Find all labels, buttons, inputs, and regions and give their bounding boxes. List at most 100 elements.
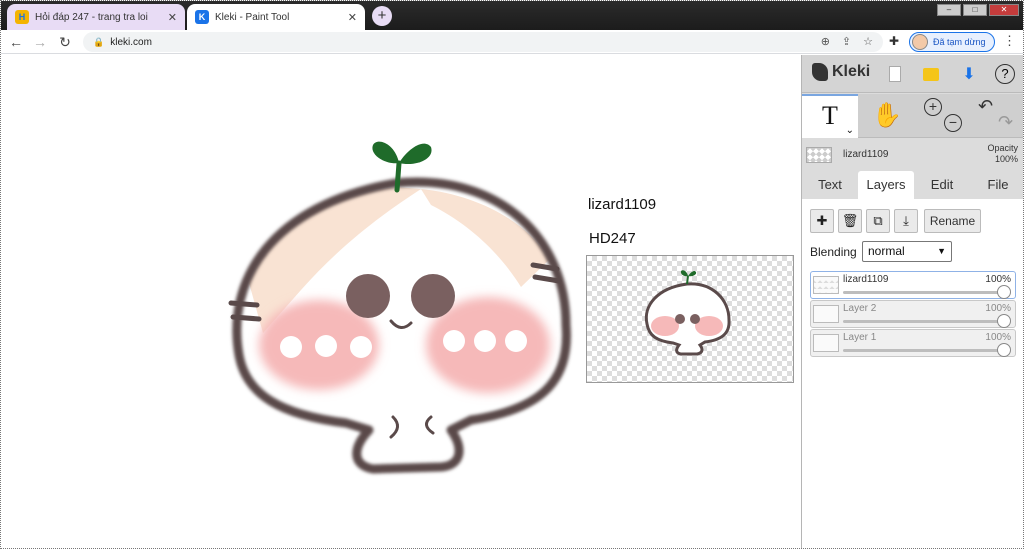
chevron-down-icon: ▼	[937, 246, 946, 256]
kebab-menu-icon[interactable]: ⋮	[1003, 33, 1016, 49]
cheek-dot	[315, 335, 337, 357]
layer-opacity: 100%	[985, 303, 1011, 314]
bookmark-star-icon[interactable]: ☆	[863, 35, 873, 48]
share-icon[interactable]: ⇪	[842, 35, 851, 48]
kleki-favicon-icon: K	[195, 10, 209, 24]
tab-kleki[interactable]: K Kleki - Paint Tool ✕	[187, 4, 365, 30]
plus-icon: ✚	[816, 213, 828, 228]
redo-icon[interactable]: ↷	[998, 112, 1013, 133]
cheek-dot	[443, 330, 465, 352]
slider-knob[interactable]	[997, 314, 1011, 328]
sprout-leaf-left	[372, 141, 399, 164]
kleki-logo-icon	[812, 63, 828, 81]
tool-bar: T ⌄ ✋ + − ↶ ↷	[802, 94, 1023, 138]
layer-opacity-slider[interactable]	[843, 291, 1003, 294]
hand-icon: ✋	[872, 102, 902, 129]
panel-header: Kleki ⬇ ?	[802, 55, 1023, 93]
active-layer-info: lizard1109 Opacity 100%	[802, 139, 1023, 169]
panel-tabs: Text Layers Edit File	[802, 171, 1023, 199]
layer-row[interactable]: Layer 1 100%	[810, 329, 1016, 357]
tab-title: Kleki - Paint Tool	[215, 11, 290, 23]
tab-edit[interactable]: Edit	[920, 171, 964, 199]
merge-layer-button[interactable]: ⤓	[894, 209, 918, 233]
profile-label: Đã tạm dừng	[933, 37, 986, 47]
address-bar[interactable]: 🔒 kleki.com ⊕ ⇪ ☆	[83, 32, 883, 52]
tab-text[interactable]: Text	[808, 171, 852, 199]
blending-label: Blending	[810, 245, 857, 259]
opacity-label: Opacity	[987, 143, 1018, 153]
right-eye	[411, 274, 455, 318]
drawing-canvas[interactable]: lizard1109 HD247	[1, 55, 801, 548]
hoidap-favicon-icon: H	[15, 10, 29, 24]
tab-file[interactable]: File	[976, 171, 1020, 199]
tab-layers[interactable]: Layers	[858, 171, 914, 199]
kleki-side-panel: Kleki ⬇ ? T ⌄ ✋ + − ↶ ↷ lizard1109 Opaci…	[801, 55, 1023, 548]
slider-knob[interactable]	[997, 343, 1011, 357]
add-layer-button[interactable]: ✚	[810, 209, 834, 233]
logo-text: Kleki	[832, 63, 871, 80]
slider-knob[interactable]	[997, 285, 1011, 299]
active-layer-name: lizard1109	[843, 149, 889, 160]
rename-button[interactable]: Rename	[924, 209, 981, 233]
lock-icon: 🔒	[93, 36, 105, 47]
delete-layer-button[interactable]: 🗑	[838, 209, 862, 233]
sprout-leaf-right	[399, 143, 432, 165]
active-layer-thumbnail	[806, 147, 832, 163]
blending-select[interactable]: normal ▼	[862, 241, 952, 262]
open-image-button[interactable]	[914, 59, 948, 89]
new-image-button[interactable]	[878, 59, 912, 89]
profile-button[interactable]: Đã tạm dừng	[909, 32, 995, 52]
minimize-button[interactable]: –	[937, 4, 961, 16]
layer-opacity-slider[interactable]	[843, 320, 1003, 323]
layer-preview-image	[586, 255, 794, 383]
cheek-dot	[280, 336, 302, 358]
window-controls: – □ ✕	[937, 4, 1019, 16]
canvas-text-hd: HD247	[589, 230, 636, 247]
zoom-icon[interactable]: ⊕	[821, 35, 830, 48]
maximize-button[interactable]: □	[963, 4, 987, 16]
url-text: kleki.com	[110, 36, 152, 48]
cheek-dot	[350, 336, 372, 358]
new-tab-button[interactable]: +	[372, 6, 392, 26]
forward-arrow-icon[interactable]: →	[31, 33, 49, 51]
tab-hoidap[interactable]: H Hỏi đáp 247 - trang tra loi ✕	[7, 4, 185, 30]
layer-opacity: 100%	[985, 274, 1011, 285]
undo-icon[interactable]: ↶	[978, 96, 993, 117]
layer-opacity-slider[interactable]	[843, 349, 1003, 352]
canvas-text-name: lizard1109	[588, 196, 657, 213]
merge-down-icon: ⤓	[903, 213, 909, 228]
duplicate-layer-button[interactable]: ⧉	[866, 209, 890, 233]
trash-icon: 🗑	[841, 213, 859, 228]
reload-icon[interactable]: ↻	[56, 33, 74, 51]
window-close-button[interactable]: ✕	[989, 4, 1019, 16]
zoom-in-icon[interactable]: +	[924, 98, 942, 116]
back-arrow-icon[interactable]: ←	[7, 33, 25, 51]
kleki-logo[interactable]: Kleki	[812, 63, 870, 81]
layer-name: Layer 1	[843, 332, 877, 343]
hand-tool-button[interactable]: ✋	[860, 94, 914, 138]
folder-icon	[923, 67, 939, 81]
cheek-dot	[474, 330, 496, 352]
chevron-down-icon: ⌄	[845, 125, 854, 136]
close-icon[interactable]: ✕	[168, 11, 177, 24]
layer-thumbnail	[813, 334, 839, 352]
sprout-stem	[394, 160, 402, 193]
avatar	[912, 34, 928, 50]
opacity-value: 100%	[994, 154, 1018, 164]
help-button[interactable]: ?	[988, 59, 1022, 89]
layer-row[interactable]: lizard1109 100%	[810, 271, 1016, 299]
zoom-out-icon[interactable]: −	[944, 114, 962, 132]
browser-toolbar: ← → ↻ 🔒 kleki.com ⊕ ⇪ ☆ ✚ Đã tạm dừng ⋮	[1, 30, 1023, 54]
layer-row[interactable]: Layer 2 100%	[810, 300, 1016, 328]
layer-name: lizard1109	[843, 274, 889, 285]
save-button[interactable]: ⬇	[952, 59, 986, 89]
extensions-puzzle-icon[interactable]: ✚	[889, 34, 899, 48]
text-tool-button[interactable]: T ⌄	[802, 94, 858, 138]
left-eye	[346, 274, 390, 318]
cheek-dot	[505, 330, 527, 352]
new-page-icon	[889, 66, 901, 82]
close-icon[interactable]: ✕	[348, 11, 357, 24]
download-icon: ⬇	[962, 66, 976, 83]
layer-thumbnail	[813, 305, 839, 323]
layer-name: Layer 2	[843, 303, 877, 314]
